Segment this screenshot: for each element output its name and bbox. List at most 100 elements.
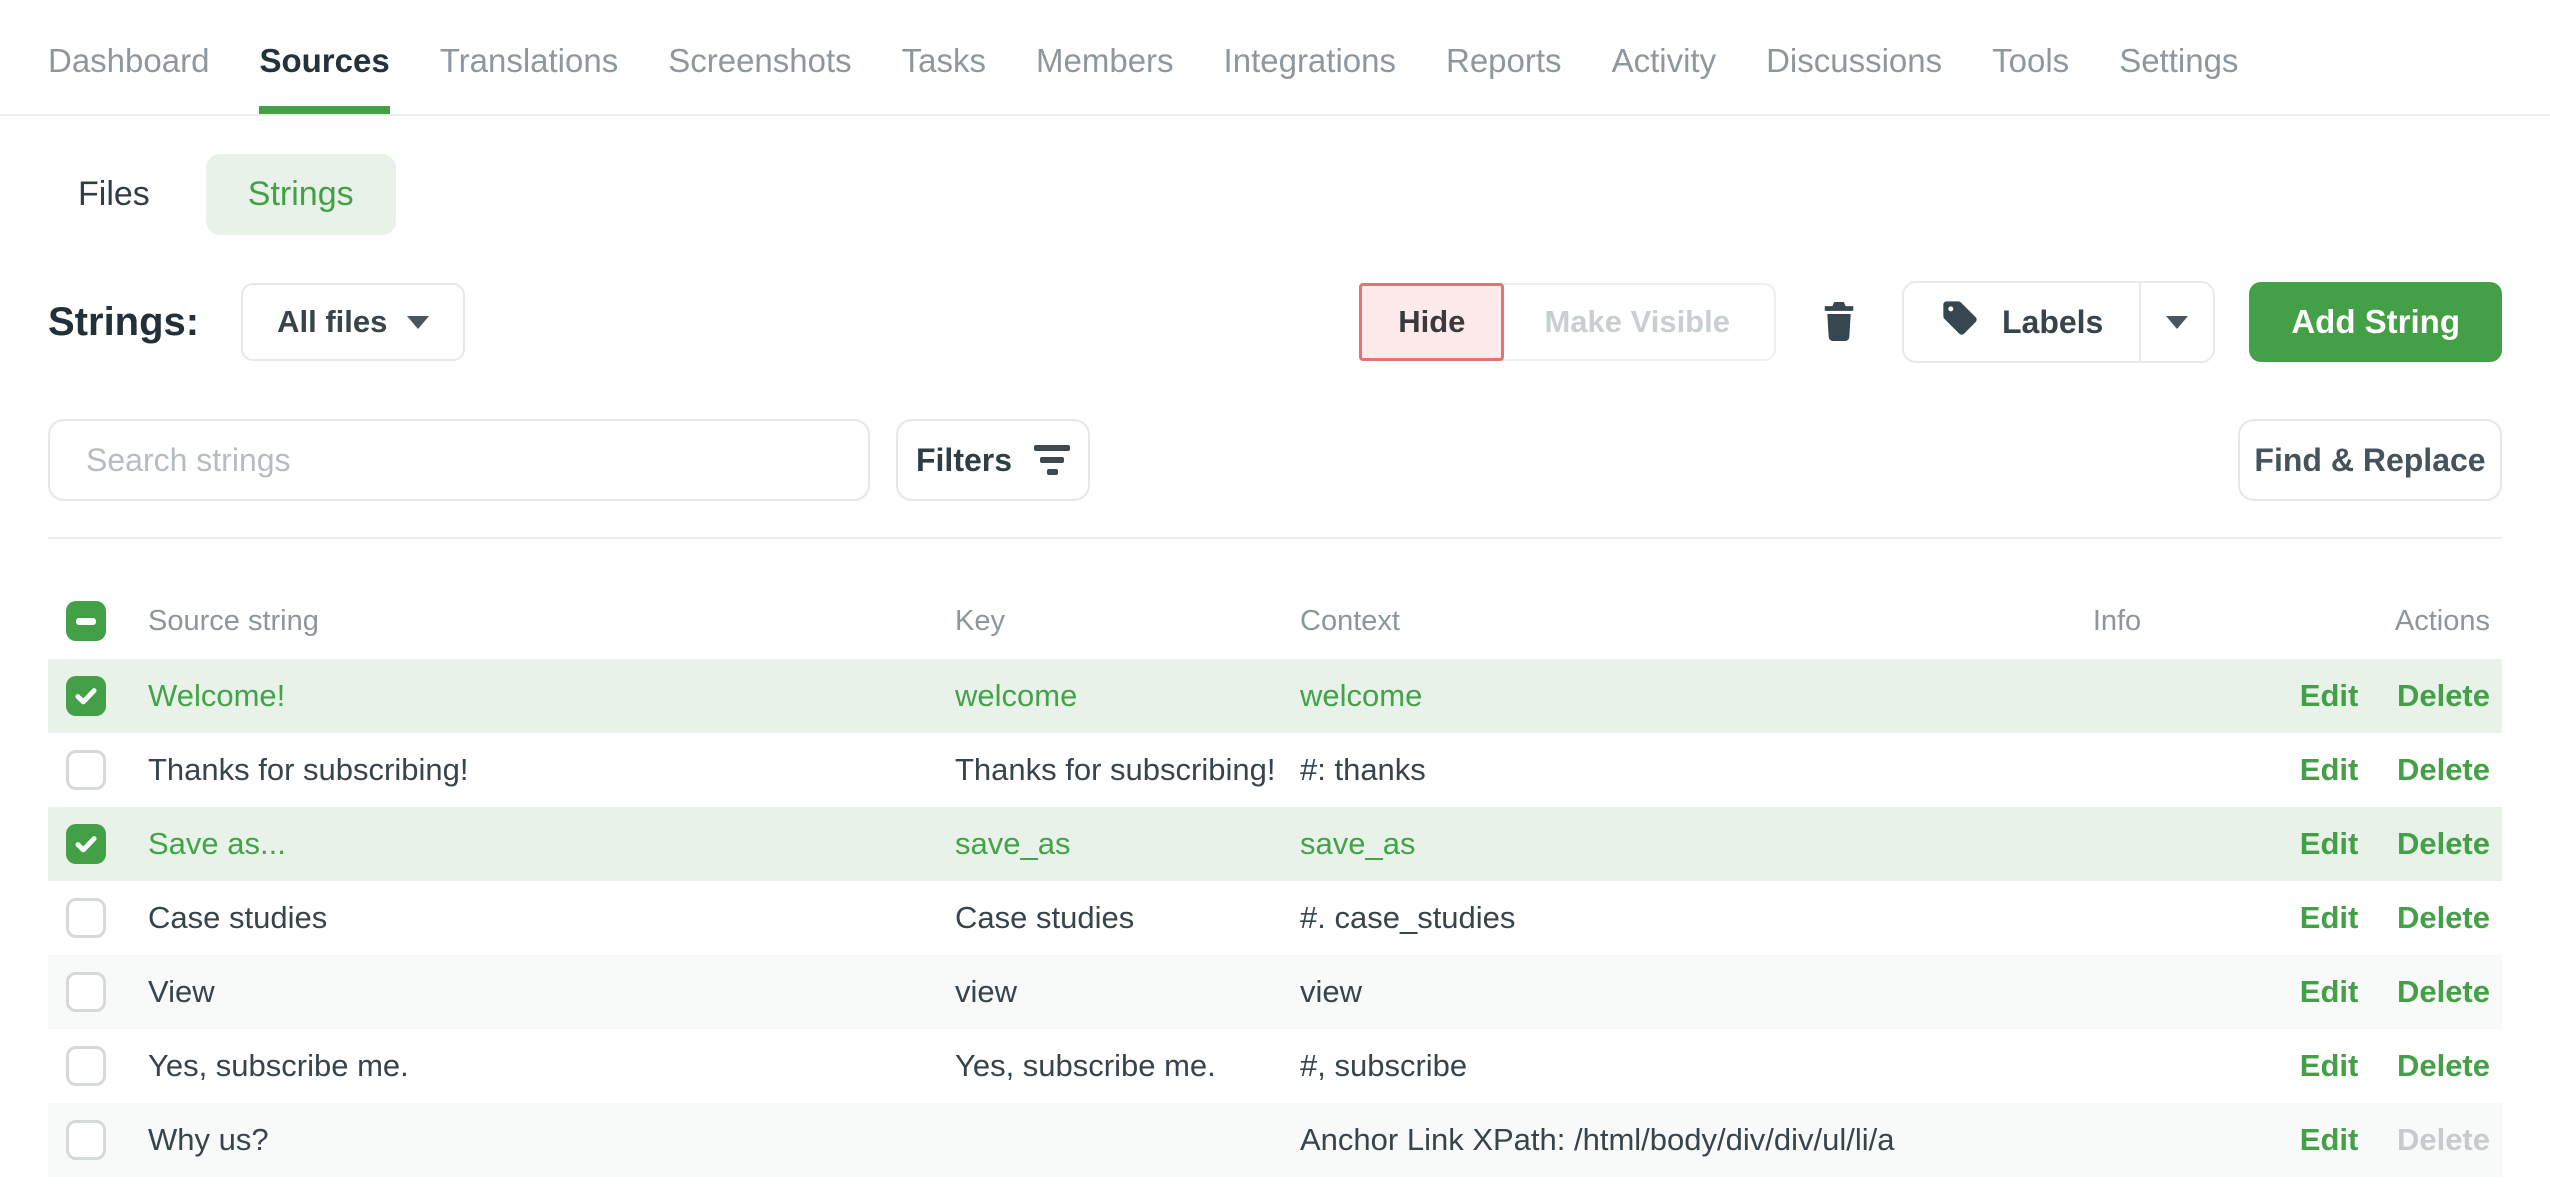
tag-icon	[1940, 298, 1980, 346]
table-row: Thanks for subscribing! Thanks for subsc…	[48, 733, 2502, 807]
header-actions: Actions	[2192, 605, 2502, 638]
row-checkbox[interactable]	[66, 824, 106, 864]
tab-files[interactable]: Files	[48, 154, 180, 235]
cell-actions: Edit Delete	[2192, 900, 2502, 936]
cell-source-string: Case studies	[148, 900, 955, 936]
nav-tab-tasks[interactable]: Tasks	[902, 0, 986, 114]
search-row: Filters Find & Replace	[0, 419, 2550, 501]
cell-actions: Edit Delete	[2192, 974, 2502, 1010]
check-icon	[73, 831, 99, 857]
nav-tab-members[interactable]: Members	[1036, 0, 1174, 114]
edit-link[interactable]: Edit	[2300, 1048, 2359, 1083]
edit-link[interactable]: Edit	[2300, 752, 2359, 787]
row-check-cell	[48, 1046, 148, 1086]
edit-link[interactable]: Edit	[2300, 678, 2359, 713]
cell-key: view	[955, 974, 1300, 1010]
cell-actions: Edit Delete	[2192, 1048, 2502, 1084]
add-string-button[interactable]: Add String	[2249, 282, 2502, 362]
cell-source-string: Thanks for subscribing!	[148, 752, 955, 788]
strings-table: Source string Key Context Info Actions W…	[48, 583, 2502, 1177]
table-row: View view view Edit Delete	[48, 955, 2502, 1029]
nav-tab-tools[interactable]: Tools	[1992, 0, 2069, 114]
delete-selected-button[interactable]	[1820, 298, 1858, 347]
row-check-cell	[48, 750, 148, 790]
cell-actions: Edit Delete	[2192, 826, 2502, 862]
table-header-row: Source string Key Context Info Actions	[48, 583, 2502, 659]
header-key: Key	[955, 605, 1300, 638]
select-all-checkbox[interactable]	[66, 601, 106, 641]
hide-button[interactable]: Hide	[1359, 283, 1504, 361]
edit-link[interactable]: Edit	[2300, 900, 2359, 935]
row-checkbox[interactable]	[66, 972, 106, 1012]
filters-button[interactable]: Filters	[896, 419, 1090, 501]
nav-tab-dashboard[interactable]: Dashboard	[48, 0, 209, 114]
nav-tab-activity[interactable]: Activity	[1612, 0, 1717, 114]
cell-source-string: Save as...	[148, 826, 955, 862]
nav-tab-settings[interactable]: Settings	[2119, 0, 2238, 114]
header-info: Info	[2042, 605, 2192, 638]
cell-key: Thanks for subscribing!	[955, 752, 1300, 788]
delete-link[interactable]: Delete	[2397, 826, 2490, 861]
cell-key: Yes, subscribe me.	[955, 1048, 1300, 1084]
row-checkbox[interactable]	[66, 1120, 106, 1160]
file-filter-dropdown[interactable]: All files	[241, 283, 465, 361]
row-checkbox[interactable]	[66, 898, 106, 938]
search-input[interactable]	[48, 419, 870, 501]
nav-tab-integrations[interactable]: Integrations	[1224, 0, 1396, 114]
delete-link[interactable]: Delete	[2397, 900, 2490, 935]
edit-link[interactable]: Edit	[2300, 1122, 2359, 1157]
chevron-down-icon	[2166, 316, 2188, 329]
table-row: Why us? Anchor Link XPath: /html/body/di…	[48, 1103, 2502, 1177]
cell-context: save_as	[1300, 826, 2042, 862]
delete-link[interactable]: Delete	[2397, 1048, 2490, 1083]
strings-toolbar: Strings: All files Hide Make Visible	[0, 281, 2550, 363]
labels-button[interactable]: Labels	[1904, 283, 2139, 361]
nav-tab-discussions[interactable]: Discussions	[1766, 0, 1942, 114]
cell-actions: Edit Delete	[2192, 1122, 2502, 1158]
cell-context: #. case_studies	[1300, 900, 2042, 936]
cell-source-string: View	[148, 974, 955, 1010]
delete-link[interactable]: Delete	[2397, 974, 2490, 1009]
make-visible-button[interactable]: Make Visible	[1500, 283, 1776, 361]
cell-key: save_as	[955, 826, 1300, 862]
table-row: Save as... save_as save_as Edit Delete	[48, 807, 2502, 881]
labels-dropdown-toggle[interactable]	[2139, 283, 2213, 361]
row-checkbox[interactable]	[66, 1046, 106, 1086]
table-row: Welcome! welcome welcome Edit Delete	[48, 659, 2502, 733]
check-icon	[73, 683, 99, 709]
table-row: Case studies Case studies #. case_studie…	[48, 881, 2502, 955]
table-row: Yes, subscribe me. Yes, subscribe me. #,…	[48, 1029, 2502, 1103]
delete-link[interactable]: Delete	[2397, 678, 2490, 713]
cell-key: welcome	[955, 678, 1300, 714]
section-divider	[48, 537, 2502, 539]
cell-source-string: Yes, subscribe me.	[148, 1048, 955, 1084]
nav-tab-translations[interactable]: Translations	[440, 0, 619, 114]
header-check-cell	[48, 601, 148, 641]
find-replace-button[interactable]: Find & Replace	[2238, 419, 2502, 501]
delete-link[interactable]: Delete	[2397, 752, 2490, 787]
table-body: Welcome! welcome welcome Edit Delete Tha…	[48, 659, 2502, 1177]
labels-button-label: Labels	[2002, 304, 2103, 341]
row-checkbox[interactable]	[66, 676, 106, 716]
file-filter-label: All files	[277, 304, 387, 340]
nav-tab-screenshots[interactable]: Screenshots	[668, 0, 851, 114]
cell-context: #, subscribe	[1300, 1048, 2042, 1084]
row-check-cell	[48, 972, 148, 1012]
cell-source-string: Welcome!	[148, 678, 955, 714]
cell-key: Case studies	[955, 900, 1300, 936]
labels-split-button: Labels	[1902, 281, 2215, 363]
cell-actions: Edit Delete	[2192, 678, 2502, 714]
edit-link[interactable]: Edit	[2300, 974, 2359, 1009]
filter-icon	[1034, 445, 1070, 475]
trash-icon	[1820, 298, 1858, 347]
row-checkbox[interactable]	[66, 750, 106, 790]
nav-tab-reports[interactable]: Reports	[1446, 0, 1562, 114]
edit-link[interactable]: Edit	[2300, 826, 2359, 861]
cell-context: Anchor Link XPath: /html/body/div/div/ul…	[1300, 1122, 2042, 1158]
visibility-button-group: Hide Make Visible	[1359, 283, 1776, 361]
nav-tab-sources[interactable]: Sources	[259, 0, 389, 114]
toolbar-left: Strings: All files	[48, 283, 465, 361]
row-check-cell	[48, 898, 148, 938]
delete-link: Delete	[2397, 1122, 2490, 1157]
tab-strings[interactable]: Strings	[206, 154, 396, 235]
